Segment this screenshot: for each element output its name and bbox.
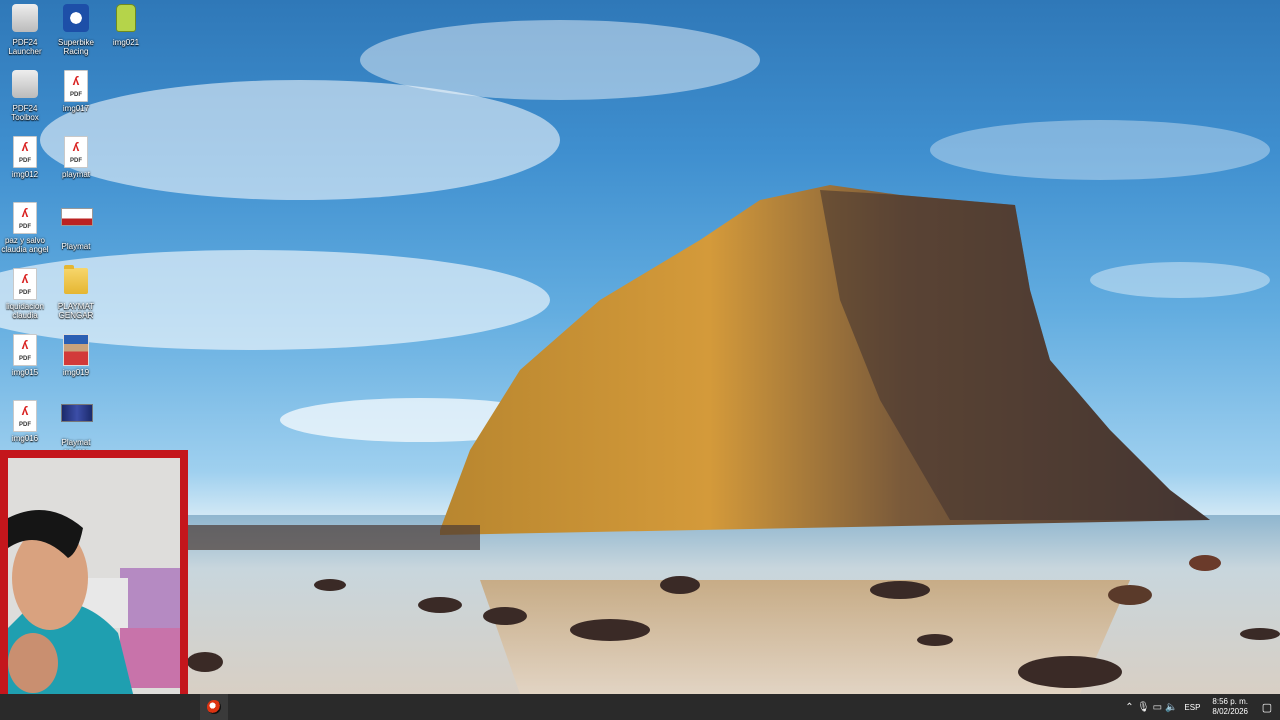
playmat-gengar-image-icon[interactable]: Playmat gengar [51, 396, 101, 456]
photo-file-icon [61, 334, 91, 366]
webcam-person-image [8, 458, 180, 714]
pdf-file-icon: ʎ [10, 334, 40, 366]
pdf24-launcher-icon[interactable]: PDF24 Launcher [0, 0, 50, 56]
playmat-pdf-icon[interactable]: ʎ playmat [51, 132, 101, 179]
icon-label: img015 [11, 368, 39, 377]
img015-icon[interactable]: ʎ img015 [0, 330, 50, 377]
img012-icon[interactable]: ʎ img012 [0, 132, 50, 179]
liquidacion-icon[interactable]: ʎ liquidacion claudia [0, 264, 50, 320]
icon-label: playmat [61, 170, 90, 179]
taskbar: ⌃ 🎙 ▭ 🔈 ESP 8:56 p. m. 8/02/2026 ▢ [0, 694, 1280, 720]
pdf-file-icon: ʎ [10, 268, 40, 300]
icon-label: Playmat [61, 242, 91, 251]
webcam-feed [8, 458, 180, 714]
pdf24-toolbox-icon[interactable]: PDF24 Toolbox [0, 66, 50, 122]
superbike-racing-icon[interactable]: Superbike Racing [51, 0, 101, 56]
notification-center-icon[interactable]: ▢ [1254, 694, 1280, 720]
icon-label: paz y salvo claudia angel [1, 236, 49, 254]
system-tray: ⌃ 🎙 ▭ 🔈 ESP 8:56 p. m. 8/02/2026 ▢ [1122, 694, 1280, 720]
img016-icon[interactable]: ʎ img016 [0, 396, 50, 443]
pdf-file-icon: ʎ [10, 400, 40, 432]
pdf-file-icon: ʎ [10, 202, 40, 234]
pdf-file-icon: ʎ [61, 70, 91, 102]
webcam-overlay: ✶ [0, 450, 188, 720]
game-logo-icon [61, 4, 91, 36]
clock-date: 8/02/2026 [1212, 707, 1248, 716]
clock[interactable]: 8:56 p. m. 8/02/2026 [1206, 697, 1254, 717]
desktop-wallpaper [0, 0, 1280, 694]
recording-app-icon [207, 700, 221, 714]
icon-label: img021 [112, 38, 140, 47]
microphone-icon[interactable]: 🎙 [1136, 694, 1150, 720]
pdf24-logo-icon [10, 4, 40, 36]
icon-label: PDF24 Launcher [8, 38, 42, 56]
paz-y-salvo-icon[interactable]: ʎ paz y salvo claudia angel [0, 198, 50, 254]
clock-time: 8:56 p. m. [1212, 697, 1248, 706]
icon-label: liquidacion claudia [6, 302, 44, 320]
icon-label: img016 [11, 434, 39, 443]
seascape-rock-image [0, 20, 1280, 694]
language-indicator[interactable]: ESP [1178, 703, 1206, 712]
icon-label: PDF24 Toolbox [11, 104, 39, 122]
image-file-icon [61, 404, 93, 436]
icon-label: img012 [11, 170, 39, 179]
image-file-icon [61, 208, 93, 240]
android-icon [111, 4, 141, 36]
volume-icon[interactable]: 🔈 [1164, 694, 1178, 720]
pdf-file-icon: ʎ [10, 136, 40, 168]
network-icon[interactable]: ▭ [1150, 694, 1164, 720]
img021-icon[interactable]: img021 [101, 0, 151, 47]
pdf24-logo-icon [10, 70, 40, 102]
taskbar-app-button[interactable] [200, 694, 228, 720]
pdf-file-icon: ʎ [61, 136, 91, 168]
icon-label: PLAYMAT GENGAR [57, 302, 95, 320]
chevron-up-icon[interactable]: ⌃ [1122, 694, 1136, 720]
playmat-bed-icon[interactable]: Playmat [51, 198, 101, 251]
icon-label: Superbike Racing [57, 38, 95, 56]
icon-label: img017 [62, 104, 90, 113]
icon-label: img019 [62, 368, 90, 377]
img017-icon[interactable]: ʎ img017 [51, 66, 101, 113]
playmat-gengar-folder-icon[interactable]: PLAYMAT GENGAR [51, 264, 101, 320]
folder-icon [61, 265, 91, 300]
img019-icon[interactable]: img019 [51, 330, 101, 377]
